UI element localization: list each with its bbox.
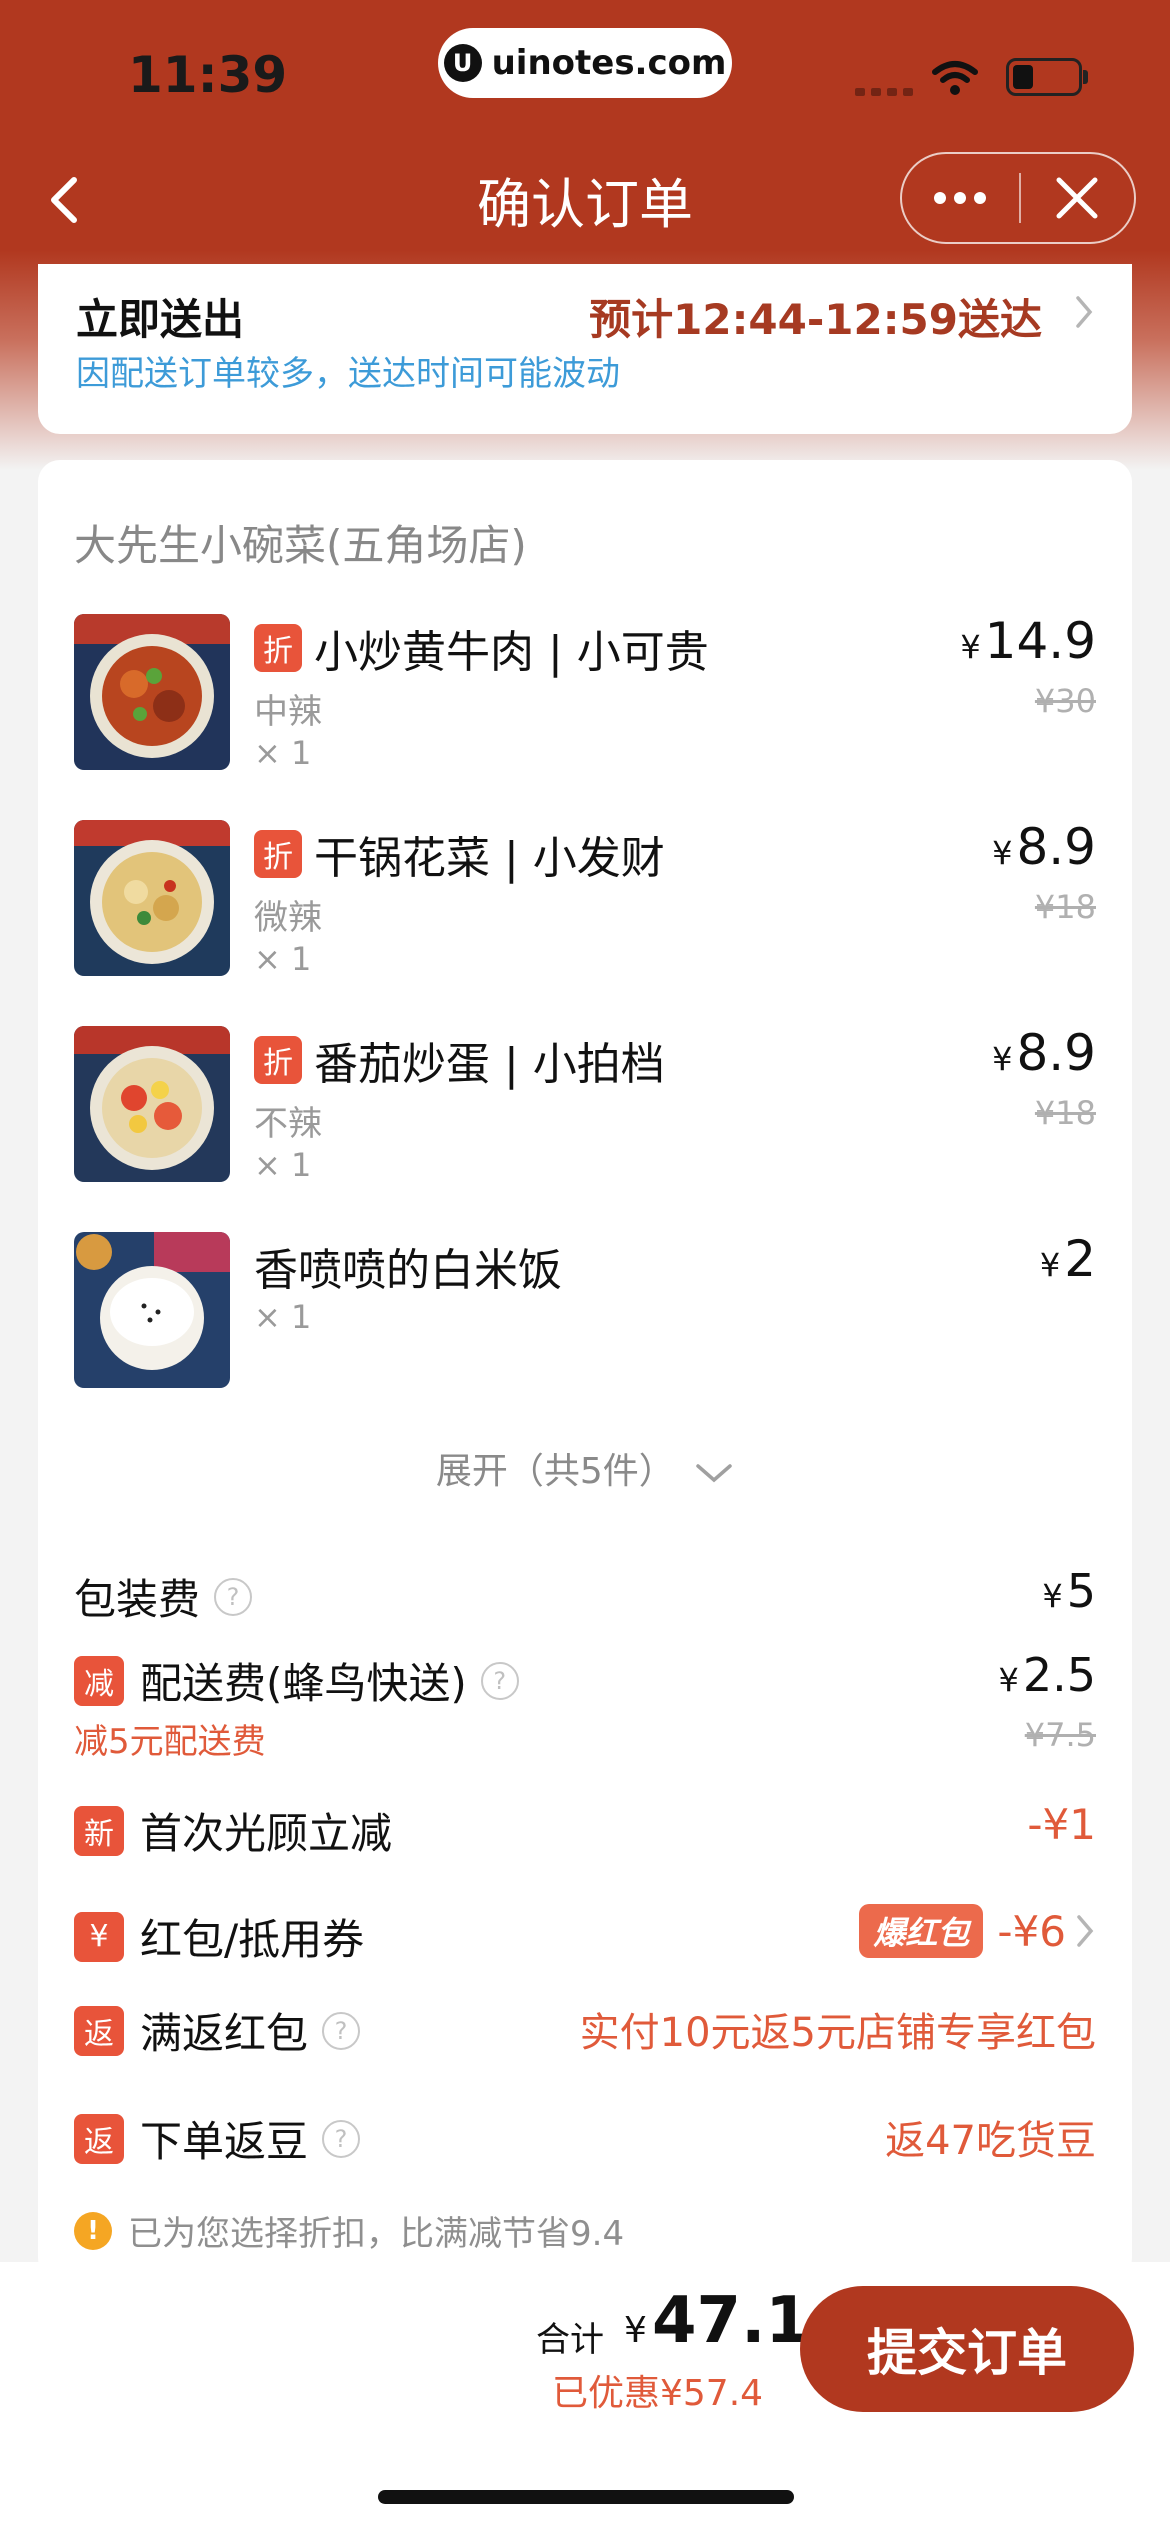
beans-value: 返47吃货豆 xyxy=(885,2118,1096,2164)
delivery-mode: 立即送出 xyxy=(76,295,245,344)
hot-coupon-tag: 爆红包 xyxy=(859,1904,984,1958)
item-name: 番茄炒蛋 | 小拍档 xyxy=(314,1039,665,1090)
delivery-fee-row: 减 配送费(蜂鸟快送) ? xyxy=(74,1650,519,1711)
item-name: 香喷喷的白米饭 xyxy=(254,1245,562,1296)
beans-badge: 返 xyxy=(74,2113,124,2164)
delivery-discount-note: 减5元配送费 xyxy=(74,1722,266,1762)
yen-badge-icon: ¥ xyxy=(74,1911,124,1962)
url-pill[interactable]: U uinotes.com xyxy=(438,28,732,98)
delivery-eta: 预计12:44-12:59送达 xyxy=(589,295,1042,344)
site-logo-icon: U xyxy=(443,44,482,82)
beans-row: 返 下单返豆 ? xyxy=(74,2108,361,2169)
first-visit-label: 首次光顾立减 xyxy=(140,1809,393,1858)
item-spec: 不辣 xyxy=(254,1104,322,1144)
order-item: 折 小炒黄牛肉 | 小可贵 中辣 × 1 ¥14.9 ¥30 xyxy=(74,612,1096,774)
item-price: ¥8.9 xyxy=(992,1024,1096,1082)
expand-label: 展开（共5件） xyxy=(435,1451,675,1492)
chevron-right-icon xyxy=(1077,1915,1094,1947)
delivery-fee-value: ¥2.5 xyxy=(998,1648,1096,1702)
discount-tag: 折 xyxy=(254,624,302,672)
close-button[interactable] xyxy=(1021,154,1134,242)
url-text: uinotes.com xyxy=(491,43,727,83)
delivery-time-card[interactable]: 立即送出 预计12:44-12:59送达 因配送订单较多，送达时间可能波动 xyxy=(38,264,1132,434)
item-qty: × 1 xyxy=(254,1298,312,1336)
chevron-right-icon xyxy=(1076,296,1093,328)
expand-items-button[interactable]: 展开（共5件） xyxy=(38,1442,1132,1494)
more-button[interactable] xyxy=(902,154,1019,242)
help-icon[interactable]: ? xyxy=(214,1577,253,1616)
submit-order-button[interactable]: 提交订单 xyxy=(800,2286,1134,2412)
item-price: ¥14.9 xyxy=(960,612,1096,670)
packaging-fee-row: 包装费 ? xyxy=(74,1566,253,1627)
beans-label: 下单返豆 xyxy=(140,2117,309,2166)
order-card: 大先生小碗菜(五角场店) 折 小炒黄牛肉 | 小可贵 中辣 × 1 ¥14.9 … xyxy=(38,460,1132,2280)
coupon-value-group[interactable]: 爆红包 -¥6 xyxy=(859,1904,1096,1958)
food-image xyxy=(74,820,230,976)
item-qty: × 1 xyxy=(254,940,312,978)
mini-program-capsule xyxy=(900,152,1136,244)
warning-icon: ! xyxy=(74,2211,112,2250)
battery-tip xyxy=(1083,70,1088,84)
cashback-badge: 返 xyxy=(74,2005,124,2056)
status-bar: 11:39 U uinotes.com xyxy=(0,0,1170,150)
order-item: 折 番茄炒蛋 | 小拍档 不辣 × 1 ¥8.9 ¥18 xyxy=(74,1024,1096,1186)
coupon-row[interactable]: ¥ 红包/抵用券 xyxy=(74,1906,364,1967)
total-label: 合计 xyxy=(536,2320,604,2360)
total-currency: ¥ xyxy=(624,2310,647,2351)
cellular-signal-icon xyxy=(855,88,915,96)
delivery-fee-label: 配送费(蜂鸟快送) xyxy=(140,1659,467,1708)
help-icon[interactable]: ? xyxy=(480,1661,519,1700)
food-image xyxy=(74,1232,230,1388)
cashback-row: 返 满返红包 ? xyxy=(74,2000,361,2061)
help-icon[interactable]: ? xyxy=(322,2011,361,2050)
delivery-fee-original: ¥7.5 xyxy=(1024,1716,1096,1754)
discount-tag: 折 xyxy=(254,1036,302,1084)
first-visit-row: 新 首次光顾立减 xyxy=(74,1800,392,1861)
item-price: ¥8.9 xyxy=(992,818,1096,876)
discount-tag: 折 xyxy=(254,830,302,878)
shop-name: 大先生小碗菜(五角场店) xyxy=(74,521,527,570)
discount-badge: 减 xyxy=(74,1655,124,1706)
item-qty: × 1 xyxy=(254,1146,312,1184)
battery-icon xyxy=(1006,58,1082,96)
item-name: 干锅花菜 | 小发财 xyxy=(314,833,665,884)
item-original-price: ¥18 xyxy=(1034,888,1096,926)
more-dots-icon xyxy=(934,192,987,204)
order-item: 折 干锅花菜 | 小发财 微辣 × 1 ¥8.9 ¥18 xyxy=(74,818,1096,980)
status-time: 11:39 xyxy=(128,46,288,104)
item-original-price: ¥18 xyxy=(1034,1094,1096,1132)
item-qty: × 1 xyxy=(254,734,312,772)
delivery-note: 因配送订单较多，送达时间可能波动 xyxy=(76,354,620,394)
chevron-down-icon xyxy=(696,1464,732,1483)
total-amount: 47.1 xyxy=(652,2284,810,2358)
cashback-label: 满返红包 xyxy=(140,2009,309,2058)
coupon-label: 红包/抵用券 xyxy=(140,1915,365,1964)
new-customer-badge: 新 xyxy=(74,1805,124,1856)
help-icon[interactable]: ? xyxy=(322,2119,361,2158)
wifi-icon xyxy=(932,61,978,95)
item-name: 小炒黄牛肉 | 小可贵 xyxy=(314,627,709,678)
item-original-price: ¥30 xyxy=(1034,682,1096,720)
home-indicator[interactable] xyxy=(378,2490,794,2504)
food-image xyxy=(74,614,230,770)
item-price: ¥2 xyxy=(1039,1230,1096,1288)
item-spec: 微辣 xyxy=(254,898,322,938)
discount-tip: ! 已为您选择折扣，比满减节省9.4 xyxy=(74,2206,624,2255)
first-visit-value: -¥1 xyxy=(1027,1800,1096,1849)
item-spec: 中辣 xyxy=(254,692,322,732)
packaging-fee-value: ¥5 xyxy=(1042,1564,1096,1618)
tip-text: 已为您选择折扣，比满减节省9.4 xyxy=(128,2214,625,2254)
coupon-value: -¥6 xyxy=(997,1906,1066,1956)
saved-amount: 已优惠¥57.4 xyxy=(552,2373,764,2414)
cashback-value: 实付10元返5元店铺专享红包 xyxy=(579,2010,1096,2056)
back-chevron-icon[interactable] xyxy=(40,160,90,240)
close-icon xyxy=(1056,177,1098,219)
packaging-fee-label: 包装费 xyxy=(74,1575,201,1624)
order-item: 香喷喷的白米饭 × 1 ¥2 xyxy=(74,1230,1096,1392)
food-image xyxy=(74,1026,230,1182)
